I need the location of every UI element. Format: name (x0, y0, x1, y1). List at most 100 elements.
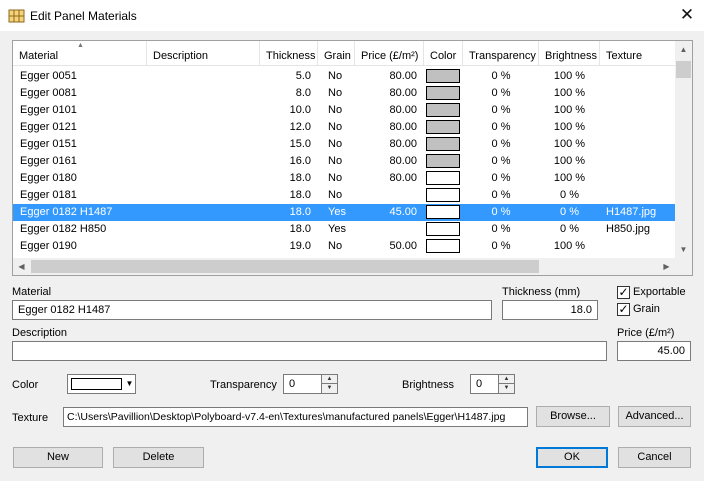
cell-transparency: 0 % (491, 87, 511, 99)
cell-brightness: 100 % (553, 104, 586, 116)
horizontal-scrollbar[interactable]: ◀ ▶ (13, 258, 675, 275)
cell-brightness: 0 % (560, 223, 579, 235)
transparency-spinner[interactable]: ▲ ▼ (321, 374, 338, 394)
column-header-color[interactable]: Color (424, 41, 463, 66)
color-swatch (71, 378, 122, 390)
color-label: Color (12, 379, 39, 391)
price-input[interactable]: 45.00 (617, 341, 691, 361)
cell-transparency: 0 % (491, 206, 511, 218)
cell-material: Egger 0051 (20, 70, 77, 82)
column-header-brightness[interactable]: Brightness (539, 41, 600, 66)
cancel-button[interactable]: Cancel (618, 447, 691, 468)
table-row[interactable]: Egger 0101 10.0 No 80.00 0 % 100 % (13, 102, 675, 119)
ok-button[interactable]: OK (536, 447, 608, 468)
cell-brightness: 100 % (553, 138, 586, 150)
texture-label: Texture (12, 412, 49, 424)
column-header-texture[interactable]: Texture (600, 41, 675, 66)
table-row[interactable]: Egger 0121 12.0 No 80.00 0 % 100 % (13, 119, 675, 136)
cell-material: Egger 0151 (20, 138, 77, 150)
cell-transparency: 0 % (491, 172, 511, 184)
cell-price: 80.00 (389, 155, 417, 167)
cell-texture (606, 170, 675, 187)
exportable-label[interactable]: Exportable (633, 286, 686, 298)
cell-description (153, 68, 258, 85)
column-header-description[interactable]: Description (147, 41, 260, 66)
cell-description (153, 102, 258, 119)
texture-path-input[interactable]: C:\Users\Pavillion\Desktop\Polyboard-v7.… (63, 407, 528, 427)
cell-transparency: 0 % (491, 104, 511, 116)
column-header-price[interactable]: Price (£/m²) (355, 41, 424, 66)
color-swatch (426, 188, 460, 202)
cell-description (153, 153, 258, 170)
cell-brightness: 100 % (553, 87, 586, 99)
cell-transparency: 0 % (491, 121, 511, 133)
cell-brightness: 0 % (560, 206, 579, 218)
spin-up-icon[interactable]: ▲ (499, 375, 514, 384)
close-icon[interactable]: ✕ (676, 6, 698, 26)
cell-material: Egger 0161 (20, 155, 77, 167)
scrollbar-corner (675, 258, 692, 275)
color-swatch (426, 239, 460, 253)
cell-description (153, 187, 258, 204)
color-swatch (426, 171, 460, 185)
brightness-spinner[interactable]: ▲ ▼ (498, 374, 515, 394)
list-rows: Egger 0051 5.0 No 80.00 0 % 100 % Egger 0081 8.… (13, 68, 675, 259)
cell-transparency: 0 % (491, 70, 511, 82)
cell-description (153, 170, 258, 187)
cell-texture (606, 153, 675, 170)
cell-grain: No (328, 87, 343, 99)
cell-grain: No (328, 70, 343, 82)
cell-thickness: 18.0 (289, 189, 311, 201)
scroll-down-icon[interactable]: ▼ (675, 241, 692, 258)
table-row[interactable]: Egger 0161 16.0 No 80.00 0 % 100 % (13, 153, 675, 170)
material-input[interactable]: Egger 0182 H1487 (12, 300, 492, 320)
color-swatch (426, 69, 460, 83)
horizontal-scroll-thumb[interactable] (31, 260, 539, 273)
cell-texture (606, 187, 675, 204)
materials-list[interactable]: Material ▲ Description Thickness Grain P… (12, 40, 693, 276)
delete-button[interactable]: Delete (113, 447, 204, 468)
scroll-up-icon[interactable]: ▲ (675, 41, 692, 58)
brightness-input[interactable]: 0 (470, 374, 499, 394)
table-row[interactable]: Egger 0180 18.0 No 80.00 0 % 100 % (13, 170, 675, 187)
cell-brightness: 0 % (560, 189, 579, 201)
cell-brightness: 100 % (553, 121, 586, 133)
table-row[interactable]: Egger 0151 15.0 No 80.00 0 % 100 % (13, 136, 675, 153)
spin-down-icon[interactable]: ▼ (499, 384, 514, 393)
cell-transparency: 0 % (491, 223, 511, 235)
cell-material: Egger 0190 (20, 240, 77, 252)
description-input[interactable] (12, 341, 607, 361)
cell-texture (606, 68, 675, 85)
table-row[interactable]: Egger 0181 18.0 No 0 % 0 % (13, 187, 675, 204)
table-row[interactable]: Egger 0182 H850 18.0 Yes 0 % 0 % H850.jpg (13, 221, 675, 238)
advanced-button[interactable]: Advanced... (618, 406, 691, 427)
cell-price: 80.00 (389, 121, 417, 133)
table-row[interactable]: Egger 0081 8.0 No 80.00 0 % 100 % (13, 85, 675, 102)
scroll-right-icon[interactable]: ▶ (658, 258, 675, 275)
cell-price: 80.00 (389, 104, 417, 116)
cell-grain: No (328, 104, 343, 116)
price-label: Price (£/m²) (617, 327, 675, 339)
column-header-material[interactable]: Material ▲ (13, 41, 147, 66)
new-button[interactable]: New (13, 447, 103, 468)
vertical-scrollbar[interactable]: ▲ ▼ (675, 41, 692, 258)
material-label: Material (12, 286, 52, 298)
cell-grain: No (328, 155, 343, 167)
table-row[interactable]: Egger 0051 5.0 No 80.00 0 % 100 % (13, 68, 675, 85)
grain-checkbox[interactable]: ✓ (617, 303, 630, 316)
browse-button[interactable]: Browse... (536, 406, 610, 427)
table-row[interactable]: Egger 0190 19.0 No 50.00 0 % 100 % (13, 238, 675, 255)
spin-down-icon[interactable]: ▼ (322, 384, 337, 393)
grain-label[interactable]: Grain (633, 303, 660, 315)
column-header-grain[interactable]: Grain (318, 41, 355, 66)
color-picker[interactable]: ▼ (67, 374, 136, 394)
column-header-thickness[interactable]: Thickness (260, 41, 318, 66)
scroll-left-icon[interactable]: ◀ (13, 258, 30, 275)
vertical-scroll-thumb[interactable] (676, 61, 691, 78)
transparency-input[interactable]: 0 (283, 374, 322, 394)
thickness-input[interactable]: 18.0 (502, 300, 598, 320)
column-header-transparency[interactable]: Transparency (463, 41, 539, 66)
table-row[interactable]: Egger 0182 H1487 18.0 Yes 45.00 0 % 0 % H1487.… (13, 204, 675, 221)
exportable-checkbox[interactable]: ✓ (617, 286, 630, 299)
spin-up-icon[interactable]: ▲ (322, 375, 337, 384)
